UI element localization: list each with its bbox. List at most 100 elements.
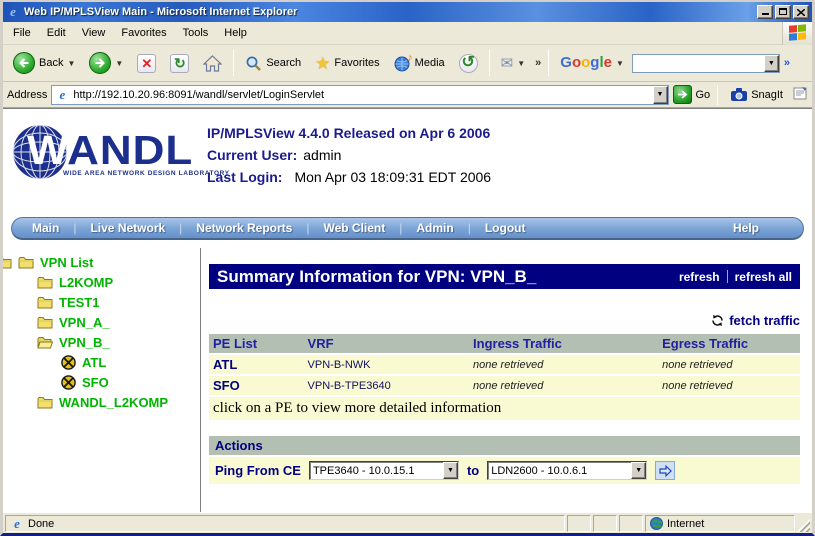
nav-item-live-network[interactable]: Live Network [76, 221, 179, 235]
tree-item-label: ATL [82, 354, 107, 370]
status-left-panel: e Done [5, 515, 565, 532]
history-button[interactable]: ↺ [453, 51, 484, 76]
windows-logo-box [782, 21, 812, 45]
close-icon [797, 8, 805, 16]
actions-header: Actions [209, 436, 800, 455]
menu-item-edit[interactable]: Edit [39, 24, 74, 42]
back-label: Back [39, 57, 64, 69]
back-button[interactable]: Back ▼ [7, 49, 81, 77]
google-toolbar-button[interactable]: Google ▼ [554, 51, 630, 75]
tree-item-atl[interactable]: ATL [3, 352, 200, 372]
menu-item-tools[interactable]: Tools [175, 24, 217, 42]
menu-bar: File Edit View Favorites Tools Help [3, 21, 812, 45]
ping-to-select[interactable]: LDN2600 - 10.0.6.1 ▼ [487, 461, 648, 480]
page-icon: e [59, 86, 66, 102]
nav-item-main[interactable]: Main [18, 221, 73, 235]
header-info: IP/MPLSView 4.4.0 Released on Apr 6 2006… [207, 123, 491, 209]
home-button[interactable] [197, 52, 228, 75]
toolbar-separator [488, 50, 490, 76]
nav-item-logout[interactable]: Logout [471, 221, 540, 235]
status-panel [567, 515, 591, 532]
wandl-wordmark: WANDL [27, 128, 194, 174]
refresh-link[interactable]: refresh [679, 270, 720, 284]
forward-icon [89, 52, 112, 74]
ping-from-ce-label: Ping From CE [215, 463, 301, 478]
status-panel [593, 515, 617, 532]
nav-item-help[interactable]: Help [719, 221, 773, 235]
google-dropdown-icon: ▼ [615, 58, 624, 68]
nav-item-network-reports[interactable]: Network Reports [182, 221, 306, 235]
menu-item-help[interactable]: Help [216, 24, 255, 42]
table-cell: none retrieved [469, 376, 659, 395]
ping-from-dropdown-icon[interactable]: ▼ [442, 462, 458, 479]
google-search-input[interactable]: ▼ [631, 53, 780, 73]
tree-item-wandl_l2komp[interactable]: WANDL_L2KOMP [3, 392, 200, 412]
fetch-traffic-row: fetch traffic [209, 313, 800, 328]
stop-icon: ✕ [137, 53, 157, 73]
pe-link-sfo[interactable]: SFO [209, 376, 304, 395]
tree-item-l2komp[interactable]: L2KOMP [3, 272, 200, 292]
tree-item-sfo[interactable]: SFO [3, 372, 200, 392]
tree-root-vpn-list[interactable]: VPN List [3, 252, 200, 272]
to-label: to [466, 463, 480, 478]
table-cell: none retrieved [658, 376, 800, 395]
media-button[interactable]: ♪ Media [388, 52, 451, 75]
search-button[interactable]: Search [239, 52, 307, 75]
stop-button[interactable]: ✕ [131, 51, 162, 76]
toolbar-separator [548, 50, 550, 76]
menu-item-file[interactable]: File [5, 24, 39, 42]
toolbar-overflow-chevron[interactable]: » [533, 57, 543, 69]
toolbar-separator [233, 50, 235, 76]
address-input[interactable]: e http://192.10.20.96:8091/wandl/servlet… [51, 84, 669, 105]
browser-window: e Web IP/MPLSView Main - Microsoft Inter… [0, 0, 815, 536]
nav-item-web-client[interactable]: Web Client [309, 221, 399, 235]
favorites-label: Favorites [334, 57, 380, 69]
address-dropdown-icon[interactable]: ▼ [652, 85, 668, 104]
ping-from-select[interactable]: TPE3640 - 10.0.15.1 ▼ [308, 461, 459, 480]
snagit-label: SnagIt [751, 88, 783, 101]
menu-item-view[interactable]: View [74, 24, 114, 42]
refresh-icon: ↻ [170, 53, 190, 73]
title-bar: e Web IP/MPLSView Main - Microsoft Inter… [3, 2, 812, 22]
ping-to-dropdown-icon[interactable]: ▼ [631, 462, 647, 479]
app-version-title: IP/MPLSView 4.4.0 Released on Apr 6 2006 [207, 125, 491, 141]
table-cell: VPN-B-TPE3640 [303, 376, 470, 395]
snagit-camera-icon [731, 88, 748, 101]
maximize-button[interactable] [775, 5, 791, 19]
tree-item-vpn_b_[interactable]: VPN_B_ [3, 332, 200, 352]
snagit-profile-icon[interactable] [793, 86, 808, 103]
refresh-button[interactable]: ↻ [164, 51, 195, 76]
status-page-icon: e [14, 515, 20, 531]
resize-grip[interactable] [797, 515, 810, 532]
folder-icon [18, 256, 34, 268]
go-label[interactable]: Go [696, 89, 711, 101]
minimize-button[interactable] [757, 5, 773, 19]
media-label: Media [414, 57, 445, 69]
close-button[interactable] [793, 5, 809, 19]
forward-button[interactable]: ▼ [83, 49, 129, 77]
home-icon [203, 54, 223, 72]
menu-items: File Edit View Favorites Tools Help [5, 24, 255, 42]
current-user-label: Current User: [207, 147, 298, 163]
fetch-traffic-icon[interactable] [711, 314, 724, 327]
google-logo: Google [560, 54, 612, 71]
status-bar: e Done Internet [3, 512, 812, 533]
tree-item-test1[interactable]: TEST1 [3, 292, 200, 312]
clipped-folder-icon [3, 256, 12, 269]
pe-link-atl[interactable]: ATL [209, 355, 304, 374]
go-button[interactable] [672, 85, 692, 104]
favorites-button[interactable]: ★ Favorites [309, 52, 386, 75]
tree-item-label: L2KOMP [59, 274, 114, 290]
google-overflow-chevron[interactable]: » [782, 57, 792, 69]
tree-item-vpn_a_[interactable]: VPN_A_ [3, 312, 200, 332]
fetch-traffic-link[interactable]: fetch traffic [729, 313, 800, 328]
main-nav-bar: Main | Live Network | Network Reports | Web Cl… [11, 217, 804, 240]
google-input-dropdown-icon[interactable]: ▼ [763, 54, 779, 72]
toolbar: Back ▼ ▼ ✕ ↻ Search ★ Favorites ♪ Media [3, 45, 812, 82]
nav-item-admin[interactable]: Admin [402, 221, 467, 235]
snagit-button[interactable]: SnagIt [725, 85, 789, 104]
mail-button[interactable]: ✉ ▼ [495, 53, 532, 74]
menu-item-favorites[interactable]: Favorites [113, 24, 174, 42]
refresh-all-link[interactable]: refresh all [735, 270, 792, 284]
ping-submit-button[interactable] [655, 461, 676, 480]
